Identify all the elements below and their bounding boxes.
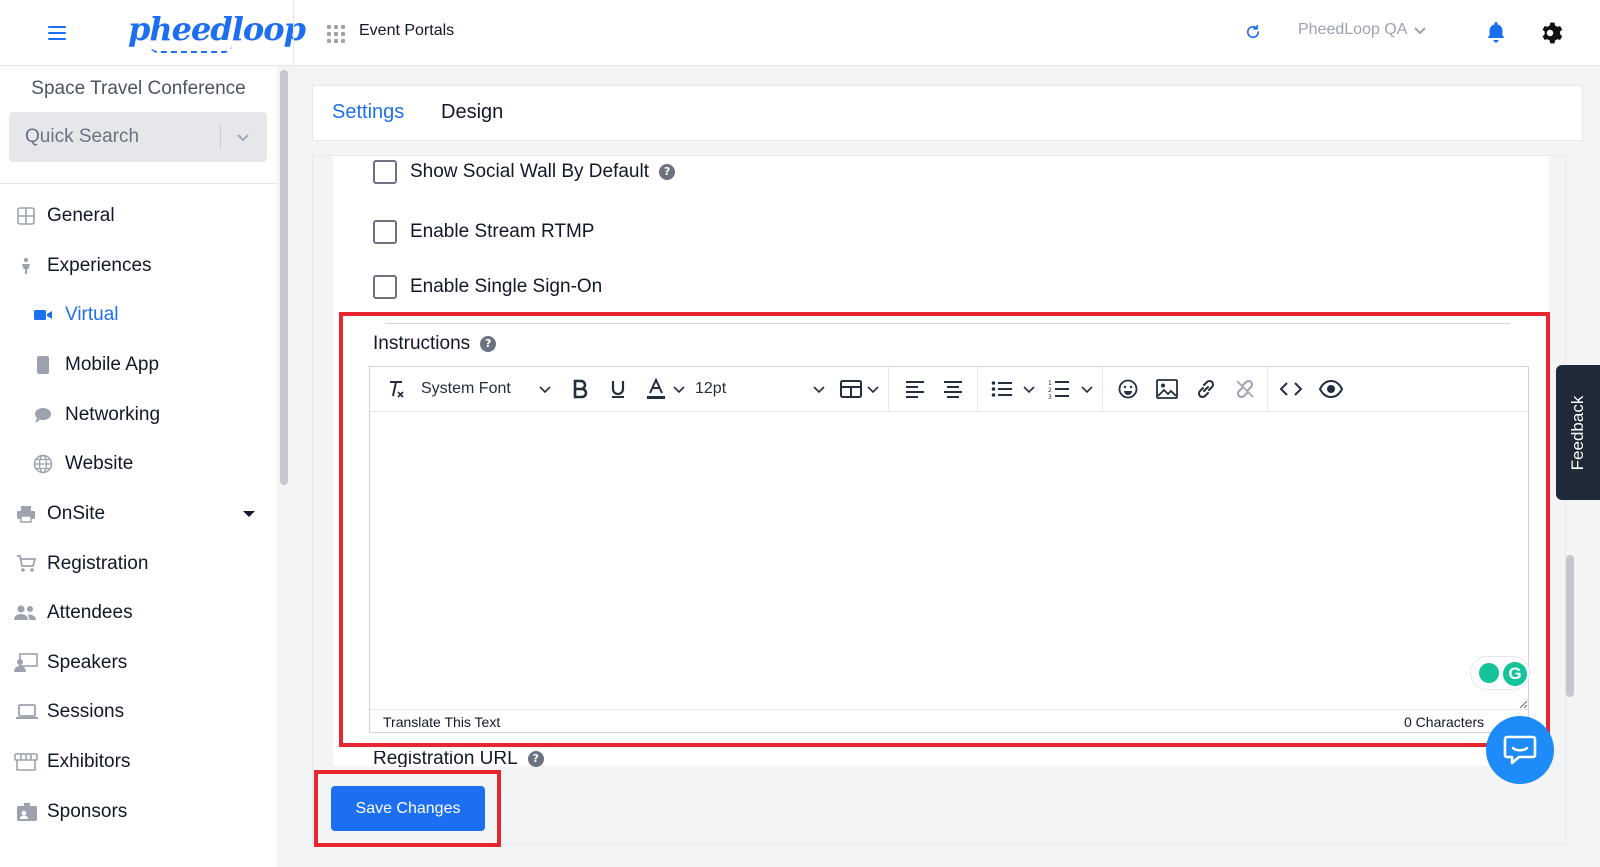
- organization-select[interactable]: PheedLoop QA: [1298, 21, 1427, 39]
- printer-icon: [17, 506, 35, 523]
- refresh-icon[interactable]: [1244, 23, 1262, 41]
- sidebar-item-onsite[interactable]: OnSite: [0, 492, 277, 536]
- sidebar-item-networking[interactable]: Networking: [0, 393, 277, 437]
- sidebar-item-label: Networking: [65, 404, 161, 425]
- tabs-bar: Settings Design: [312, 85, 1583, 141]
- enable-stream-rtmp-checkbox[interactable]: [373, 220, 397, 244]
- sidebar-item-registration[interactable]: Registration: [0, 542, 277, 586]
- chat-icon: [35, 408, 51, 423]
- sidebar-item-label: General: [47, 205, 115, 226]
- content-scrollbar[interactable]: [1566, 555, 1574, 697]
- sidebar-item-label: Website: [65, 453, 134, 474]
- caret-down-icon[interactable]: [243, 511, 255, 517]
- show-social-wall-checkbox[interactable]: [373, 160, 397, 184]
- enable-stream-rtmp-option[interactable]: Enable Stream RTMP: [373, 220, 594, 244]
- sidebar-item-label: Sessions: [47, 701, 125, 722]
- sidebar-item-sponsors[interactable]: Sponsors: [0, 790, 277, 834]
- sidebar-item-label: Experiences: [47, 255, 152, 276]
- cart-icon: [17, 555, 36, 572]
- sidebar-item-label: Attendees: [47, 602, 133, 623]
- badge-icon: [17, 803, 37, 821]
- chat-bubble-icon: [1503, 735, 1537, 765]
- people-icon: [14, 605, 36, 620]
- sidebar-item-exhibitors[interactable]: Exhibitors: [0, 740, 277, 784]
- phone-icon: [37, 356, 49, 374]
- sidebar-item-label: Virtual: [65, 304, 119, 325]
- help-icon[interactable]: ?: [659, 164, 676, 180]
- hamburger-menu-icon[interactable]: [46, 22, 68, 44]
- quick-search-placeholder: Quick Search: [25, 126, 140, 147]
- apps-grid-icon[interactable]: [327, 25, 345, 43]
- organization-name: PheedLoop QA: [1298, 21, 1408, 38]
- tab-settings[interactable]: Settings: [332, 101, 404, 124]
- registration-url-label: Registration URL: [373, 751, 518, 767]
- quick-search-separator: [220, 125, 221, 149]
- enable-single-sign-on-label: Enable Single Sign-On: [410, 276, 603, 297]
- top-bar: pheedloop Event Portals PheedLoop QA: [0, 0, 1600, 66]
- sidebar-item-mobile-app[interactable]: Mobile App: [0, 343, 277, 387]
- logo-swoosh: [150, 45, 232, 53]
- event-name: Space Travel Conference: [31, 78, 246, 99]
- sidebar-item-website[interactable]: Website: [0, 442, 277, 486]
- sidebar-item-label: Speakers: [47, 652, 128, 673]
- sidebar-item-speakers[interactable]: Speakers: [0, 641, 277, 685]
- sidebar-scrollbar[interactable]: [280, 70, 288, 485]
- event-portals-link[interactable]: Event Portals: [359, 22, 454, 40]
- enable-stream-rtmp-label: Enable Stream RTMP: [410, 221, 595, 242]
- person-icon: [22, 257, 30, 274]
- feedback-tab[interactable]: Feedback: [1556, 365, 1600, 500]
- notification-bell-icon[interactable]: [1484, 20, 1508, 44]
- sidebar: Space Travel Conference Quick Search Gen…: [0, 66, 277, 867]
- sidebar-item-attendees[interactable]: Attendees: [0, 591, 277, 635]
- globe-icon: [33, 454, 53, 474]
- help-icon[interactable]: ?: [527, 751, 544, 767]
- speaker-icon: [14, 653, 38, 672]
- laptop-icon: [16, 704, 38, 719]
- grid-icon: [17, 207, 35, 225]
- sidebar-item-label: Registration: [47, 553, 149, 574]
- sidebar-item-virtual[interactable]: Virtual: [0, 293, 277, 337]
- sidebar-item-sessions[interactable]: Sessions: [0, 690, 277, 734]
- sidebar-item-label: Mobile App: [65, 354, 160, 375]
- quick-search-input[interactable]: Quick Search: [9, 112, 267, 162]
- highlight-box-editor: [339, 312, 1550, 747]
- tab-design[interactable]: Design: [441, 101, 503, 124]
- show-social-wall-label: Show Social Wall By Default: [410, 161, 650, 182]
- registration-url-heading: Registration URL ?: [373, 751, 544, 767]
- enable-single-sign-on-option[interactable]: Enable Single Sign-On: [373, 275, 602, 299]
- booth-icon: [14, 753, 38, 771]
- sidebar-item-label: OnSite: [47, 503, 106, 524]
- topbar-divider: [293, 0, 294, 66]
- show-social-wall-option[interactable]: Show Social Wall By Default ?: [373, 160, 676, 184]
- settings-gear-icon[interactable]: [1537, 20, 1563, 46]
- video-camera-icon: [34, 310, 52, 320]
- sidebar-item-label: Sponsors: [47, 801, 128, 822]
- chevron-down-icon: [1414, 27, 1427, 35]
- enable-single-sign-on-checkbox[interactable]: [373, 275, 397, 299]
- highlight-box-save: [314, 770, 501, 847]
- feedback-label: Feedback: [1568, 395, 1587, 470]
- pheedloop-logo[interactable]: pheedloop: [128, 10, 306, 48]
- sidebar-item-experiences[interactable]: Experiences: [0, 244, 277, 288]
- sidebar-item-general[interactable]: General: [0, 194, 277, 238]
- sidebar-item-label: Exhibitors: [47, 751, 131, 772]
- chevron-down-icon[interactable]: [236, 130, 250, 144]
- sidebar-divider: [0, 183, 277, 184]
- chat-support-button[interactable]: [1486, 716, 1554, 784]
